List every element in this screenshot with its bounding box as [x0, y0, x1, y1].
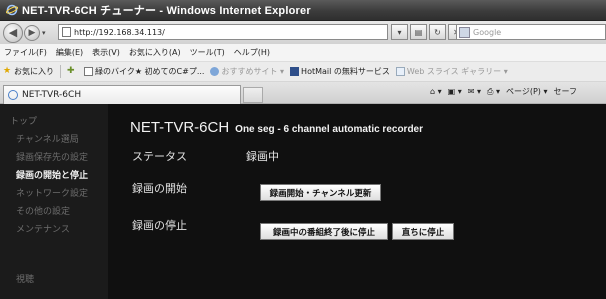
ie-page-icon	[8, 90, 18, 100]
sidebar-nav: トップ チャンネル選局 録画保存先の設定 録画の開始と停止 ネットワーク設定 そ…	[0, 104, 108, 299]
address-toolbar: ◀ ▶ ▾ http://192.168.34.113/ ▾ ▤ ↻ ✕ Goo…	[0, 21, 606, 44]
stop-after-program-button[interactable]: 録画中の番組終了後に停止	[260, 223, 388, 240]
menu-bar: ファイル(F) 編集(E) 表示(V) お気に入り(A) ツール(T) ヘルプ(…	[0, 44, 606, 62]
search-placeholder: Google	[473, 27, 502, 37]
sidebar-item-top[interactable]: トップ	[0, 113, 108, 131]
back-button[interactable]: ◀	[3, 22, 23, 43]
sidebar-item-other[interactable]: その他の設定	[0, 203, 108, 221]
favorite-link-3[interactable]: HotMail の無料サービス	[290, 66, 390, 77]
stop-now-button[interactable]: 直ちに停止	[392, 223, 454, 240]
favorite-link-4[interactable]: Web スライス ギャラリー ▾	[395, 66, 508, 77]
favorite-link-label: HotMail の無料サービス	[301, 67, 390, 76]
page-icon	[84, 67, 93, 76]
back-arrow-icon: ◀	[8, 26, 18, 39]
add-favorite-button[interactable]: ✚	[67, 67, 78, 76]
page-menu[interactable]: ページ(P) ▾	[506, 86, 547, 97]
refresh-button[interactable]: ↻	[429, 24, 446, 40]
favorite-link-1[interactable]: 緑のバイク★ 初めてのC#プ...	[84, 66, 204, 77]
ie-page-icon	[210, 67, 220, 76]
chevron-down-icon: ▾	[397, 27, 402, 37]
favorites-button[interactable]: ★ お気に入り	[3, 66, 54, 77]
command-bar: ⌂ ▾ ▣ ▾ ✉ ▾ ⎙ ▾ ページ(P) ▾ セーフ	[424, 86, 577, 97]
page-title-main: NET-TVR-6CH	[130, 119, 230, 136]
address-url: http://192.168.34.113/	[74, 27, 165, 37]
address-field[interactable]: http://192.168.34.113/	[58, 24, 388, 40]
search-field[interactable]: Google	[456, 24, 606, 40]
divider	[60, 65, 61, 78]
address-tools: ▾ ▤ ↻ ✕	[391, 24, 465, 40]
search-provider-icon	[459, 26, 470, 38]
sidebar-item-channel[interactable]: チャンネル選局	[0, 131, 108, 149]
stop-recording-label: 録画の停止	[132, 219, 187, 232]
tab-net-tvr[interactable]: NET-TVR-6CH	[3, 85, 241, 104]
menu-file[interactable]: ファイル(F)	[4, 47, 47, 58]
window-title-bar: NET-TVR-6CH チューナー - Windows Internet Exp…	[0, 0, 606, 21]
menu-help[interactable]: ヘルプ(H)	[234, 47, 270, 58]
safety-menu[interactable]: セーフ	[553, 86, 577, 97]
favorite-link-label: おすすめサイト ▾	[221, 67, 285, 76]
menu-favorites[interactable]: お気に入り(A)	[129, 47, 181, 58]
feeds-icon[interactable]: ▣ ▾	[448, 87, 462, 96]
favorite-link-2[interactable]: おすすめサイト ▾	[210, 66, 284, 77]
internet-explorer-icon	[6, 4, 18, 16]
history-dropdown-icon[interactable]: ▾	[42, 29, 46, 37]
page-subtitle: One seg - 6 channel automatic recorder	[235, 124, 424, 135]
hotmail-icon	[290, 67, 300, 76]
refresh-icon: ↻	[434, 27, 441, 37]
favorite-link-label: Web スライス ギャラリー ▾	[406, 67, 508, 76]
address-dropdown-button[interactable]: ▾	[391, 24, 408, 40]
favorite-link-label: 緑のバイク★ 初めてのC#プ...	[95, 67, 205, 76]
menu-view[interactable]: 表示(V)	[92, 47, 120, 58]
new-tab-button[interactable]	[243, 87, 263, 103]
web-slice-icon	[395, 67, 405, 76]
add-favorite-icon: ✚	[67, 66, 75, 76]
mail-icon[interactable]: ✉ ▾	[468, 87, 481, 96]
page-title: NET-TVR-6CH One seg - 6 channel automati…	[130, 119, 423, 136]
home-icon[interactable]: ⌂ ▾	[430, 87, 442, 96]
compatibility-icon: ▤	[414, 27, 423, 37]
star-icon: ★	[3, 66, 12, 76]
status-label: ステータス	[132, 150, 187, 163]
favorites-bar: ★ お気に入り ✚ 緑のバイク★ 初めてのC#プ... おすすめサイト ▾ Ho…	[0, 62, 606, 82]
menu-edit[interactable]: 編集(E)	[56, 47, 83, 58]
forward-button[interactable]: ▶	[24, 24, 40, 41]
page-content: トップ チャンネル選局 録画保存先の設定 録画の開始と停止 ネットワーク設定 そ…	[0, 104, 606, 299]
status-value: 録画中	[246, 150, 279, 163]
menu-tools[interactable]: ツール(T)	[190, 47, 225, 58]
sidebar-item-network[interactable]: ネットワーク設定	[0, 185, 108, 203]
main-panel: NET-TVR-6CH One seg - 6 channel automati…	[108, 104, 606, 299]
sidebar-item-storage[interactable]: 録画保存先の設定	[0, 149, 108, 167]
sidebar-item-maintenance[interactable]: メンテナンス	[0, 221, 108, 239]
sidebar-item-viewing[interactable]: 視聴	[0, 271, 108, 289]
start-recording-label: 録画の開始	[132, 182, 187, 195]
favorites-label: お気に入り	[14, 67, 54, 76]
sidebar-item-record[interactable]: 録画の開始と停止	[0, 167, 108, 185]
compatibility-view-button[interactable]: ▤	[410, 24, 427, 40]
start-recording-button[interactable]: 録画開始・チャンネル更新	[260, 184, 381, 201]
forward-arrow-icon: ▶	[28, 27, 36, 38]
tab-title: NET-TVR-6CH	[22, 90, 82, 100]
print-icon[interactable]: ⎙ ▾	[487, 87, 500, 97]
page-icon	[62, 27, 71, 37]
window-title: NET-TVR-6CH チューナー - Windows Internet Exp…	[22, 5, 311, 17]
tab-bar: NET-TVR-6CH ⌂ ▾ ▣ ▾ ✉ ▾ ⎙ ▾ ページ(P) ▾ セーフ	[0, 82, 606, 104]
